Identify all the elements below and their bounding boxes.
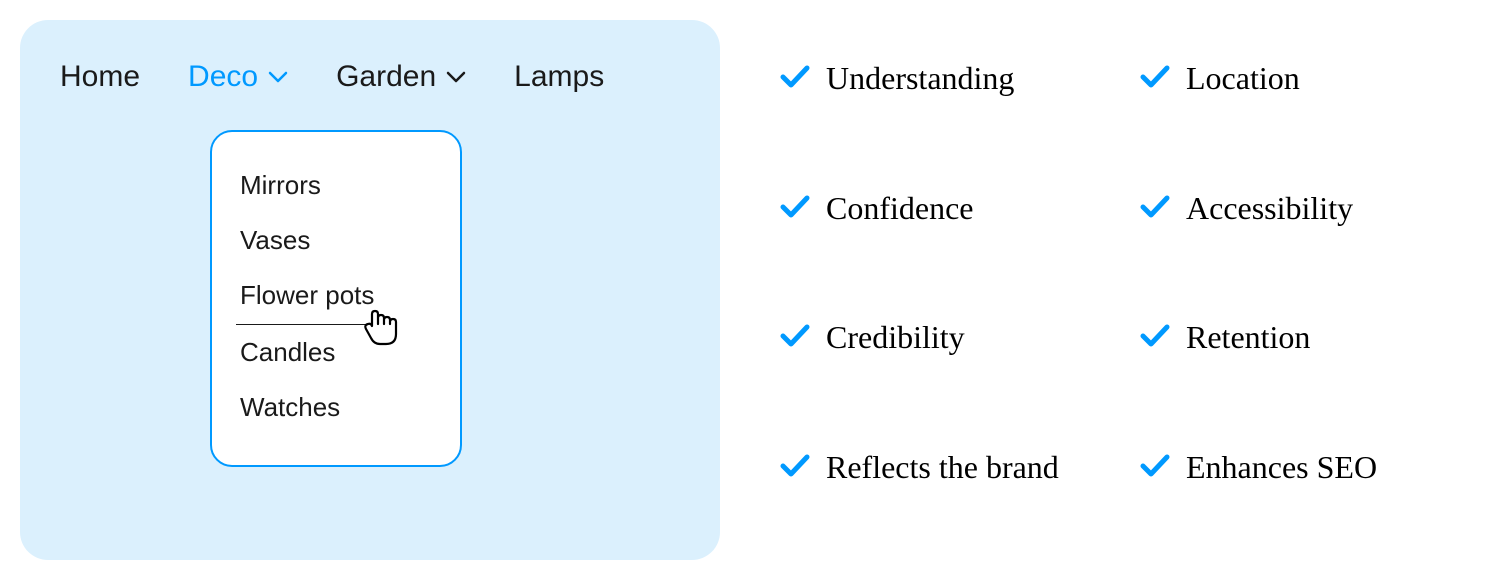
nav-label: Garden [336,60,436,94]
navigation-demo-panel: Home Deco Garden Lamps Mirrors [20,20,720,560]
dropdown-item[interactable]: Watches [236,380,436,435]
dropdown-item[interactable]: Flower pots [236,268,378,324]
dropdown-menu-deco: Mirrors Vases Flower pots Candles [210,130,462,467]
nav-item-lamps[interactable]: Lamps [514,60,604,94]
benefit-item: Enhances SEO [1140,449,1460,541]
benefit-item: Reflects the brand [780,449,1100,541]
dropdown-item-label: Candles [240,337,335,367]
check-icon [780,194,810,225]
benefit-item: Location [1140,60,1460,152]
benefit-label: Retention [1186,319,1310,356]
nav-label: Home [60,60,140,94]
check-icon [1140,323,1170,354]
dropdown-item-label: Watches [240,392,340,422]
dropdown-item[interactable]: Candles [236,325,436,380]
chevron-down-icon [268,70,288,84]
nav-label: Lamps [514,60,604,94]
benefit-label: Confidence [826,190,974,227]
dropdown-item[interactable]: Vases [236,213,436,268]
dropdown-item-label: Flower pots [240,280,374,310]
benefit-item: Retention [1140,319,1460,411]
nav-label: Deco [188,60,258,94]
benefit-label: Reflects the brand [826,449,1059,486]
benefit-item: Confidence [780,190,1100,282]
benefit-item: Understanding [780,60,1100,152]
nav-bar: Home Deco Garden Lamps [60,60,680,94]
dropdown-item-label: Mirrors [240,170,321,200]
benefit-label: Enhances SEO [1186,449,1377,486]
benefit-label: Accessibility [1186,190,1353,227]
dropdown-item[interactable]: Mirrors [236,158,436,213]
chevron-down-icon [446,70,466,84]
check-icon [1140,64,1170,95]
check-icon [780,64,810,95]
nav-item-home[interactable]: Home [60,60,140,94]
check-icon [1140,194,1170,225]
benefit-label: Understanding [826,60,1014,97]
check-icon [780,323,810,354]
nav-item-deco[interactable]: Deco [188,60,288,94]
benefits-list: Understanding Location Confidence Access… [780,20,1480,560]
benefit-item: Credibility [780,319,1100,411]
benefit-item: Accessibility [1140,190,1460,282]
nav-item-garden[interactable]: Garden [336,60,466,94]
benefit-label: Location [1186,60,1300,97]
dropdown-item-label: Vases [240,225,310,255]
check-icon [780,453,810,484]
check-icon [1140,453,1170,484]
benefit-label: Credibility [826,319,965,356]
